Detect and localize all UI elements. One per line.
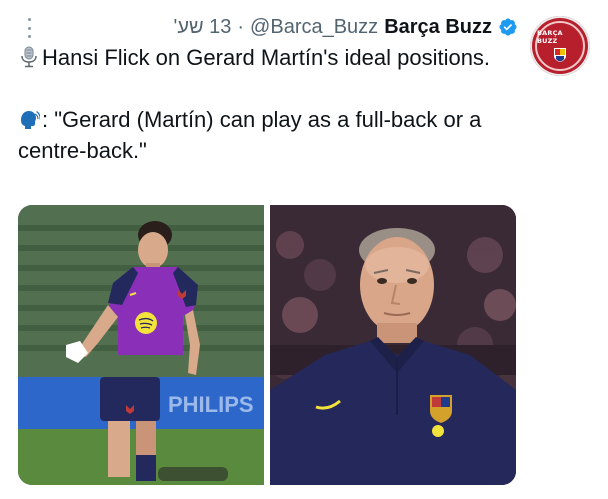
avatar-label: BARÇA BUZZ [537, 29, 563, 45]
verified-badge-icon [499, 18, 517, 36]
tweet-text: Hansi Flick on Gerard Martín's ideal pos… [18, 42, 538, 166]
avatar[interactable]: BARÇA BUZZ [530, 16, 590, 76]
author-display-name[interactable]: Barça Buzz [384, 16, 492, 39]
barca-crest-icon [554, 48, 566, 62]
media-photo-coach[interactable] [270, 205, 516, 485]
meta-separator: · [237, 15, 245, 38]
tweet-meta: 13 שע' · @Barca_Buzz Barça Buzz [174, 12, 519, 42]
media-photo-player[interactable]: PHILIPS [18, 205, 264, 485]
author-handle[interactable]: @Barca_Buzz [250, 16, 378, 39]
tweet-time[interactable]: 13 שע' [174, 16, 232, 39]
microphone-icon [21, 46, 37, 68]
ad-board-text: PHILIPS [168, 392, 254, 417]
coach-photo [270, 205, 516, 485]
player-photo: PHILIPS [18, 205, 264, 485]
speaking-head-icon [21, 111, 40, 129]
media-grid: PHILIPS [18, 205, 516, 485]
tweet-text-line2: : "Gerard (Martín) can play as a full-ba… [18, 107, 488, 163]
tweet-text-line1: Hansi Flick on Gerard Martín's ideal pos… [42, 45, 491, 70]
tweet-header: 13 שע' · @Barca_Buzz Barça Buzz [18, 12, 518, 42]
avatar-badge: BARÇA BUZZ [535, 21, 585, 71]
